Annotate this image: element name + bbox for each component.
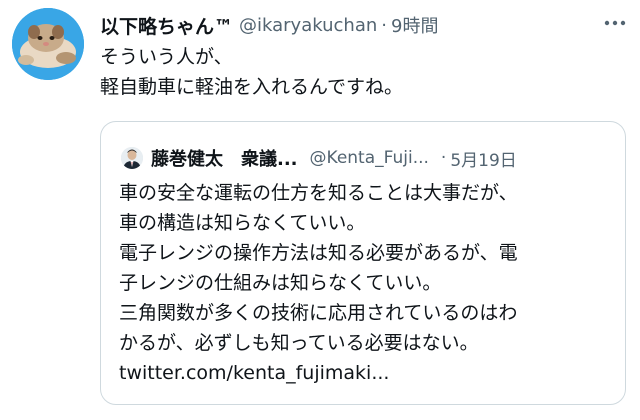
- display-name[interactable]: 以下略ちゃん™: [100, 12, 233, 39]
- person-avatar-icon: [121, 147, 143, 169]
- tweet-text-line: 軽自動車に軽油を入れるんですね。: [100, 76, 404, 98]
- quoted-text-line: 電子レンジの操作方法は知る必要があるが、電: [119, 242, 518, 264]
- quoted-user-handle[interactable]: @Kenta_Fuji...: [310, 148, 429, 168]
- quoted-timestamp[interactable]: 5月19日: [450, 146, 516, 171]
- quoted-text-line: 三角関数が多くの技術に応用されているのはわ: [119, 302, 518, 324]
- quoted-text-line: かるが、必ずしも知っている必要はない。: [119, 332, 479, 354]
- quoted-link[interactable]: twitter.com/kenta_fujimaki...: [119, 358, 619, 388]
- quoted-tweet-header: 藤巻健太 衆議... @Kenta_Fuji... · 5月19日: [121, 145, 517, 171]
- quoted-tweet[interactable]: 藤巻健太 衆議... @Kenta_Fuji... · 5月19日 車の安全な運…: [100, 121, 626, 405]
- quoted-avatar: [121, 147, 143, 169]
- tweet-text: そういう人が、 軽自動車に軽油を入れるんですね。: [100, 42, 620, 102]
- separator-dot: ·: [440, 148, 447, 168]
- more-dots-icon[interactable]: [604, 16, 626, 26]
- quoted-text-line: 車の安全な運転の仕方を知ることは大事だが、: [119, 182, 518, 204]
- tweet[interactable]: 以下略ちゃん™ @ikaryakuchan · 9時間 そういう人が、 軽自動車…: [0, 0, 640, 420]
- tweet-text-line: そういう人が、: [100, 46, 233, 68]
- more-dots-icon-graphic: [604, 20, 626, 26]
- avatar[interactable]: [12, 8, 84, 80]
- user-handle[interactable]: @ikaryakuchan: [239, 15, 377, 36]
- quoted-text-line: 車の構造は知らなくていい。: [119, 212, 366, 234]
- timestamp[interactable]: 9時間: [391, 12, 438, 38]
- quoted-tweet-text: 車の安全な運転の仕方を知ることは大事だが、 車の構造は知らなくていい。 電子レン…: [119, 178, 619, 388]
- separator-dot: ·: [381, 14, 387, 36]
- quoted-display-name[interactable]: 藤巻健太 衆議...: [151, 145, 298, 171]
- quoted-text-line: 子レンジの仕組みは知らなくていい。: [119, 272, 442, 294]
- tweet-header: 以下略ちゃん™ @ikaryakuchan · 9時間: [100, 12, 438, 38]
- cat-avatar-icon: [12, 8, 84, 80]
